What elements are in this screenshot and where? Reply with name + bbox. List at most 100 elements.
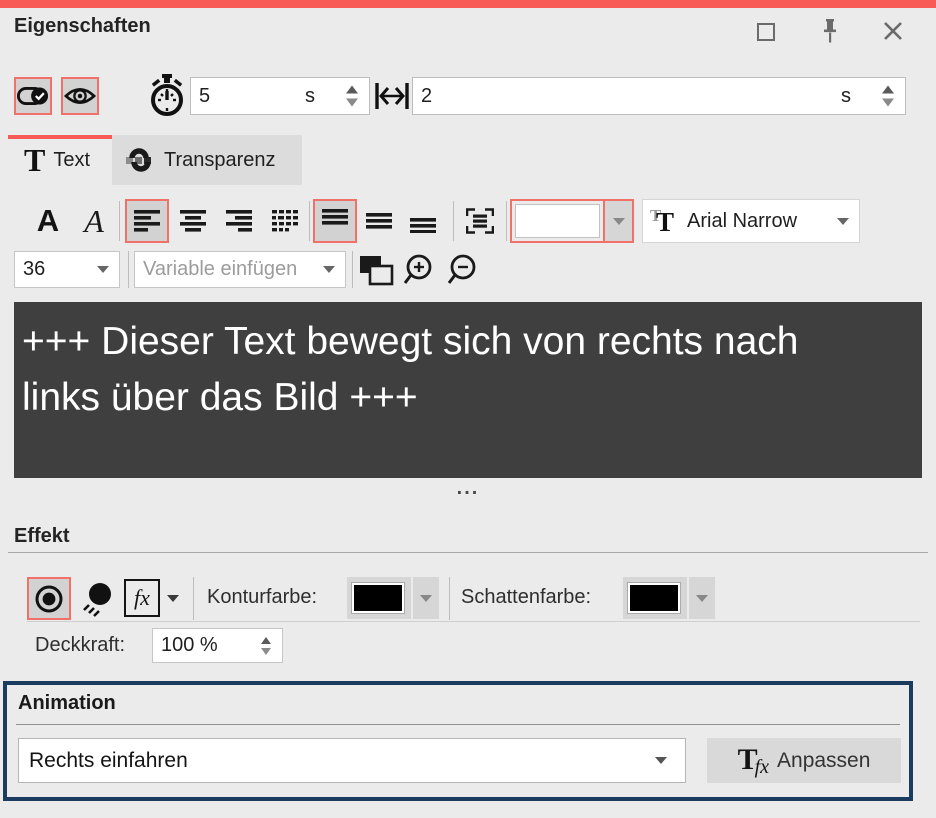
outline-effect-icon: [34, 584, 64, 614]
chevron-down-icon: [323, 266, 335, 273]
pin-button[interactable]: [816, 16, 844, 46]
tab-text-label: Text: [53, 149, 90, 172]
text-color-picker[interactable]: [510, 199, 634, 243]
align-left-button[interactable]: [125, 199, 169, 243]
duration-icon: [147, 74, 187, 118]
text-color-swatch[interactable]: [515, 204, 600, 238]
zoom-in-button[interactable]: [398, 252, 440, 288]
editor-text-line: +++ Dieser Text bewegt sich von rechts n…: [14, 314, 922, 370]
fit-frame-icon: [466, 208, 494, 234]
bring-to-front-button[interactable]: [356, 252, 396, 288]
align-center-button[interactable]: [171, 199, 215, 243]
schatten-swatch-box[interactable]: [623, 577, 687, 619]
insert-variable-select[interactable]: Variable einfügen: [134, 251, 346, 288]
chevron-down-icon: [97, 266, 109, 273]
duration-spinner[interactable]: [346, 86, 358, 107]
active-tab-indicator: [8, 135, 112, 139]
duration-value: 5: [199, 85, 210, 108]
duration-input[interactable]: 5 s: [190, 77, 370, 115]
display-length-icon: [374, 79, 410, 113]
spin-up-icon: [261, 637, 271, 644]
fx-effect-button[interactable]: fx: [124, 579, 160, 617]
schatten-dropdown-button[interactable]: [689, 577, 715, 619]
divider: [449, 577, 450, 620]
align-center-icon: [180, 209, 206, 233]
bring-front-icon: [358, 254, 394, 286]
kontur-color-swatch: [352, 583, 404, 613]
visibility-button[interactable]: [61, 77, 99, 115]
valign-top-icon: [322, 209, 348, 233]
title-text-editor[interactable]: +++ Dieser Text bewegt sich von rechts n…: [14, 302, 922, 478]
kontur-label: Konturfarbe:: [207, 586, 317, 609]
spin-down-icon: [261, 648, 271, 655]
schatten-color-swatch: [628, 583, 680, 613]
close-icon: [882, 20, 904, 42]
chevron-down-icon: [655, 757, 667, 764]
bold-icon: A: [37, 203, 59, 239]
italic-button[interactable]: A: [72, 199, 116, 243]
animation-section: Animation Rechts einfahren Tfx Anpassen: [3, 681, 913, 801]
outline-effect-button[interactable]: [27, 577, 71, 620]
valign-bottom-button[interactable]: [401, 199, 445, 243]
font-size-select[interactable]: 36: [14, 251, 120, 288]
deckkraft-label: Deckkraft:: [35, 634, 125, 657]
chevron-down-icon: [167, 595, 179, 602]
font-family-select[interactable]: T T Arial Narrow: [642, 199, 860, 243]
maximize-icon: [757, 23, 775, 41]
divider: [309, 201, 310, 241]
zoom-in-icon: [400, 253, 438, 287]
zoom-out-icon: [444, 253, 482, 287]
tab-transparenz[interactable]: Transparenz: [112, 135, 302, 185]
display-length-spinner[interactable]: [882, 86, 894, 107]
anpassen-button[interactable]: Tfx Anpassen: [707, 738, 901, 783]
zoom-out-button[interactable]: [442, 252, 484, 288]
apply-toggle-button[interactable]: [14, 77, 52, 115]
bold-button[interactable]: A: [26, 199, 70, 243]
text-tab-icon: T: [24, 142, 45, 179]
display-length-value: 2: [421, 85, 432, 108]
panel-title: Eigenschaften: [14, 15, 151, 38]
panel-accent-bar: [0, 0, 936, 8]
chevron-down-icon: [696, 595, 708, 602]
valign-middle-button[interactable]: [357, 199, 401, 243]
animation-section-header: Animation: [18, 692, 116, 715]
shadow-effect-button[interactable]: [77, 578, 119, 620]
fx-icon: fx: [134, 585, 150, 611]
align-right-icon: [226, 209, 252, 233]
deckkraft-spinner[interactable]: [261, 637, 271, 655]
divider: [453, 201, 454, 241]
close-button[interactable]: [880, 18, 906, 44]
font-family-value: Arial Narrow: [687, 210, 797, 233]
animation-selected-value: Rechts einfahren: [29, 749, 188, 773]
fit-text-button[interactable]: [458, 199, 502, 243]
deckkraft-value: 100 %: [161, 634, 218, 657]
maximize-button[interactable]: [752, 18, 780, 46]
valign-bottom-icon: [410, 209, 436, 233]
deckkraft-input[interactable]: 100 %: [152, 628, 283, 663]
eigenschaften-panel: Eigenschaften: [0, 0, 936, 818]
kontur-swatch-box[interactable]: [347, 577, 411, 619]
insert-variable-placeholder: Variable einfügen: [143, 258, 297, 281]
fx-dropdown-button[interactable]: [162, 585, 184, 611]
align-right-button[interactable]: [217, 199, 261, 243]
display-length-input[interactable]: 2 s: [412, 77, 906, 115]
schatten-color-picker[interactable]: [623, 577, 715, 619]
chevron-down-icon: [613, 218, 625, 225]
valign-top-button[interactable]: [313, 199, 357, 243]
animation-select[interactable]: Rechts einfahren: [18, 738, 686, 783]
valign-middle-icon: [366, 209, 392, 233]
italic-icon: A: [84, 203, 104, 240]
kontur-color-picker[interactable]: [347, 577, 439, 619]
splitter-handle[interactable]: ...: [0, 481, 936, 503]
font-icon: T T: [649, 205, 681, 237]
anpassen-icon: Tfx: [738, 743, 769, 779]
display-length-unit: s: [841, 85, 851, 108]
kontur-dropdown-button[interactable]: [413, 577, 439, 619]
schatten-label: Schattenfarbe:: [461, 586, 591, 609]
tab-text[interactable]: T Text: [8, 135, 112, 185]
visibility-icon: [64, 84, 96, 108]
align-justify-button[interactable]: [263, 199, 307, 243]
spin-up-icon: [882, 86, 894, 94]
tab-transparenz-label: Transparenz: [164, 149, 276, 172]
text-color-dropdown-button[interactable]: [603, 201, 632, 241]
